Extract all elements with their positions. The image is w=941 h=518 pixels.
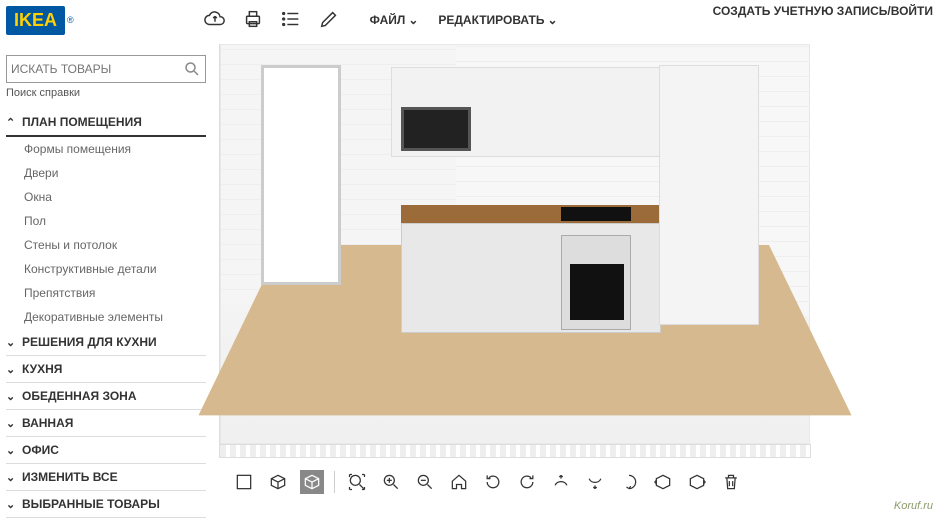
sidebar-cat-office[interactable]: ⌄ОФИС	[6, 437, 206, 464]
sidebar-cat-room-plan[interactable]: ⌃ПЛАН ПОМЕЩЕНИЯ	[6, 109, 206, 137]
chevron-down-icon: ⌄	[6, 363, 16, 376]
menu-file[interactable]: ФАЙЛ	[370, 13, 419, 27]
cloud-upload-icon[interactable]	[204, 8, 226, 33]
rotate-left-icon[interactable]	[515, 470, 539, 494]
sidebar-item-obstacles[interactable]: Препятствия	[6, 281, 206, 305]
ruler-horizontal	[219, 444, 811, 458]
chevron-down-icon	[408, 13, 418, 27]
view-3d-wire-icon[interactable]	[266, 470, 290, 494]
sidebar-cat-dining[interactable]: ⌄ОБЕДЕННАЯ ЗОНА	[6, 383, 206, 410]
sidebar-cat-selected[interactable]: ⌄ВЫБРАННЫЕ ТОВАРЫ	[6, 491, 206, 518]
trash-icon[interactable]	[719, 470, 743, 494]
pencil-icon[interactable]	[318, 8, 340, 33]
sidebar-cat-kitchen-solutions[interactable]: ⌄РЕШЕНИЯ ДЛЯ КУХНИ	[6, 329, 206, 356]
view-toolbar	[232, 466, 743, 498]
chevron-down-icon: ⌄	[6, 390, 16, 403]
search-input[interactable]	[11, 62, 183, 76]
design-canvas[interactable]	[220, 44, 810, 444]
toolbar-separator	[334, 471, 335, 493]
sidebar-item-walls[interactable]: Стены и потолок	[6, 233, 206, 257]
chevron-down-icon: ⌄	[6, 417, 16, 430]
tilt-down-icon[interactable]	[583, 470, 607, 494]
registered-icon: ®	[67, 15, 74, 25]
view-3d-solid-icon[interactable]	[300, 470, 324, 494]
sidebar-cat-bathroom[interactable]: ⌄ВАННАЯ	[6, 410, 206, 437]
ikea-logo[interactable]: IKEA ®	[6, 6, 74, 35]
list-icon[interactable]	[280, 8, 302, 33]
search-icon	[183, 60, 201, 78]
sidebar-item-windows[interactable]: Окна	[6, 185, 206, 209]
sidebar-cat-change-all[interactable]: ⌄ИЗМЕНИТЬ ВСЕ	[6, 464, 206, 491]
home-view-icon[interactable]	[447, 470, 471, 494]
redo-cube-icon[interactable]	[685, 470, 709, 494]
sidebar-item-doors[interactable]: Двери	[6, 161, 206, 185]
chevron-down-icon	[547, 13, 557, 27]
watermark: Koruf.ru	[894, 500, 933, 512]
kitchen-3d-render	[221, 45, 809, 443]
zoom-to-fit-icon[interactable]	[345, 470, 369, 494]
menu-edit[interactable]: РЕДАКТИРОВАТЬ	[438, 13, 557, 27]
zoom-in-icon[interactable]	[379, 470, 403, 494]
tilt-up-icon[interactable]	[549, 470, 573, 494]
chevron-down-icon: ⌄	[6, 471, 16, 484]
sidebar-item-floor[interactable]: Пол	[6, 209, 206, 233]
help-search-link[interactable]: Поиск справки	[6, 87, 206, 99]
undo-cube-icon[interactable]	[651, 470, 675, 494]
chevron-down-icon: ⌄	[6, 336, 16, 349]
view-2d-icon[interactable]	[232, 470, 256, 494]
logo-text: IKEA	[6, 6, 65, 35]
print-icon[interactable]	[242, 8, 264, 33]
search-input-box[interactable]	[6, 55, 206, 83]
sidebar-item-decor[interactable]: Декоративные элементы	[6, 305, 206, 329]
sidebar-cat-kitchen[interactable]: ⌄КУХНЯ	[6, 356, 206, 383]
account-login-link[interactable]: СОЗДАТЬ УЧЕТНУЮ ЗАПИСЬ/ВОЙТИ	[713, 4, 933, 18]
zoom-out-icon[interactable]	[413, 470, 437, 494]
sidebar-item-structural[interactable]: Конструктивные детали	[6, 257, 206, 281]
sidebar-item-room-shapes[interactable]: Формы помещения	[6, 137, 206, 161]
chevron-up-icon: ⌃	[6, 116, 16, 129]
rotate-right-icon[interactable]	[481, 470, 505, 494]
orbit-icon[interactable]	[617, 470, 641, 494]
chevron-down-icon: ⌄	[6, 498, 16, 511]
chevron-down-icon: ⌄	[6, 444, 16, 457]
